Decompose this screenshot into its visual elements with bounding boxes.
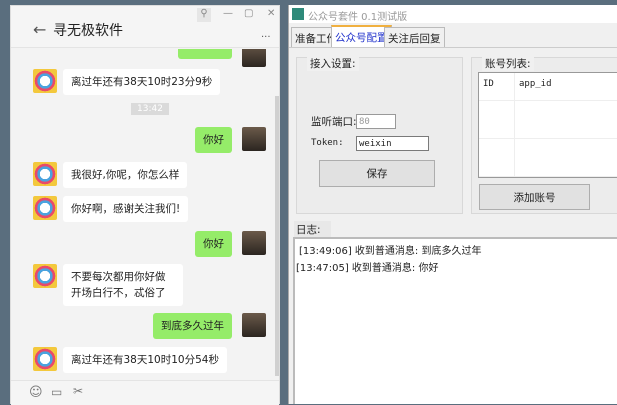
log-line: [13:47:05] 收到普通消息: 你好 <box>296 263 439 274</box>
message-list: 离过年还有38天10时23分9秒 13:42 你好 我很好,你呢，你怎么样 你好… <box>11 49 279 379</box>
scissors-icon[interactable]: ✂ <box>73 384 83 398</box>
token-label: Token: <box>311 138 344 148</box>
account-table[interactable]: ID app_id <box>478 72 617 178</box>
avatar <box>242 313 266 337</box>
tab-follow-reply[interactable]: 关注后回复 <box>384 27 445 47</box>
message-bubble: 离过年还有38天10时10分54秒 <box>63 347 227 373</box>
tab-account-config[interactable]: 公众号配置 <box>331 25 392 48</box>
message-bubble: 离过年还有38天10时23分9秒 <box>63 69 221 95</box>
save-button[interactable]: 保存 <box>319 160 435 187</box>
chat-header: ← 寻无极软件 ⚲ — ▢ ✕ ··· <box>11 6 279 48</box>
more-icon[interactable]: ··· <box>261 32 271 43</box>
avatar <box>242 127 266 151</box>
avatar <box>242 231 266 255</box>
app-window: 公众号套件 0.1测试版 准备工作 公众号配置 关注后回复 接入设置: 监听端口… <box>288 5 617 404</box>
token-input[interactable]: weixin <box>356 136 429 151</box>
minimize-icon[interactable]: — <box>223 8 233 19</box>
back-arrow-icon[interactable]: ← <box>33 20 46 39</box>
log-label: 日志: <box>294 221 331 238</box>
pin-icon[interactable]: ⚲ <box>197 8 211 22</box>
log-line: [13:49:06] 收到普通消息: 到底多久过年 <box>299 246 482 257</box>
port-label: 监听端口: <box>311 116 357 128</box>
maximize-icon[interactable]: ▢ <box>244 8 253 19</box>
app-icon <box>292 8 304 20</box>
group-label: 账号列表: <box>482 56 534 71</box>
access-settings-group: 接入设置: 监听端口: 80 Token: weixin 保存 <box>296 56 463 214</box>
wechat-window: ← 寻无极软件 ⚲ — ▢ ✕ ··· 离过年还有38天10时23分9秒 13:… <box>10 5 280 405</box>
avatar <box>33 347 57 371</box>
message-bubble <box>178 49 232 59</box>
message-bubble: 你好啊，感谢关注我们! <box>63 196 189 222</box>
title-bar: 公众号套件 0.1测试版 <box>289 5 617 23</box>
add-account-button[interactable]: 添加账号 <box>479 184 590 210</box>
message-bubble: 你好 <box>195 231 232 257</box>
window-title: 公众号套件 0.1测试版 <box>308 12 408 23</box>
log-textbox[interactable]: [13:49:06] 收到普通消息: 到底多久过年 [13:47:05] 收到普… <box>293 237 617 404</box>
scrollbar[interactable] <box>275 96 279 376</box>
avatar <box>33 69 57 93</box>
avatar <box>33 162 57 186</box>
avatar <box>33 264 57 288</box>
avatar <box>33 196 57 220</box>
message-bubble: 不要每次都用你好做开场白行不，忒俗了 <box>63 264 183 306</box>
folder-icon[interactable]: ▭ <box>51 385 62 399</box>
chat-title: 寻无极软件 <box>53 23 123 39</box>
message-bubble: 我很好,你呢，你怎么样 <box>63 162 188 188</box>
column-header-id[interactable]: ID <box>483 79 494 89</box>
column-header-app-id[interactable]: app_id <box>519 79 552 89</box>
avatar <box>242 49 266 67</box>
input-toolbar: ☺ ▭ ✂ <box>11 380 279 405</box>
emoji-icon[interactable]: ☺ <box>29 385 43 400</box>
account-list-group: 账号列表: ID app_id 添加账号 <box>471 56 617 214</box>
port-input[interactable]: 80 <box>356 114 396 129</box>
message-bubble: 到底多久过年 <box>153 313 232 339</box>
message-bubble: 你好 <box>195 127 232 153</box>
timestamp: 13:42 <box>131 103 169 115</box>
group-label: 接入设置: <box>307 56 359 71</box>
close-icon[interactable]: ✕ <box>267 8 275 19</box>
